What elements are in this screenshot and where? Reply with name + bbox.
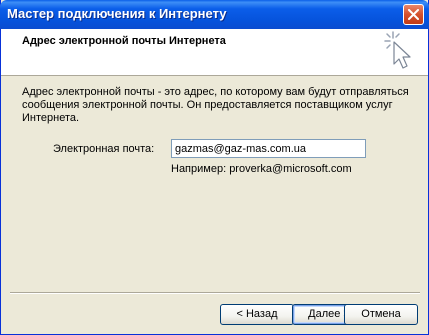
wizard-cursor-icon (384, 31, 411, 69)
divider (10, 292, 420, 294)
email-example: Например: proverka@microsoft.com (171, 163, 352, 175)
wizard-header: Адрес электронной почты Интернета (1, 29, 428, 76)
email-field[interactable] (171, 139, 366, 158)
email-label: Электронная почта: (53, 143, 155, 155)
cancel-button[interactable]: Отмена (344, 304, 418, 325)
close-icon (408, 9, 419, 20)
page-title: Адрес электронной почты Интернета (22, 35, 226, 47)
wizard-window: Мастер подключения к Интернету Адрес эле… (0, 0, 429, 335)
description-text: Адрес электронной почты - это адрес, по … (22, 86, 409, 124)
close-button[interactable] (403, 4, 424, 25)
window-title: Мастер подключения к Интернету (7, 6, 227, 21)
title-bar: Мастер подключения к Интернету (0, 0, 429, 29)
back-button[interactable]: < Назад (220, 304, 294, 325)
